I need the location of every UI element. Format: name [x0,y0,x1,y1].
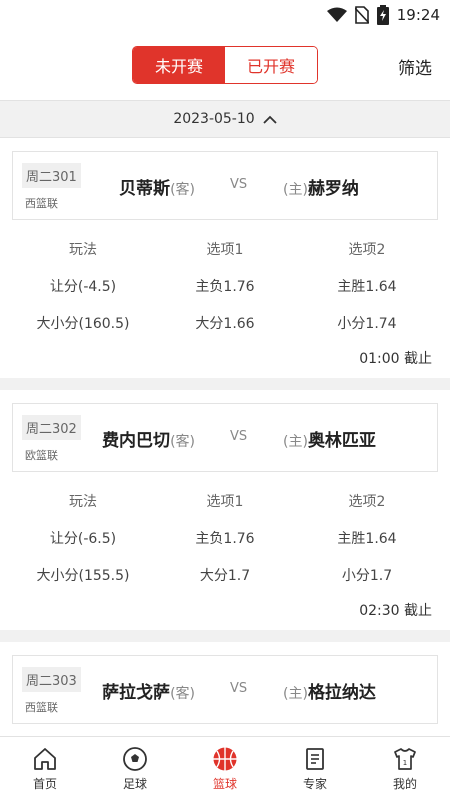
nav-home[interactable]: 首页 [0,737,90,800]
date-selector[interactable]: 2023-05-10 [0,100,450,138]
nav-label: 篮球 [212,776,237,791]
away-team: 费内巴切(客) [102,426,195,451]
team-card[interactable]: 周二301 西篮联 贝蒂斯(客) VS (主)赫罗纳 [12,151,438,220]
battery-icon [376,5,389,25]
nav-label: 足球 [122,776,147,791]
league-name: 欧篮联 [25,449,58,462]
home-team: (主)奥林匹亚 [283,426,376,451]
header-option2: 选项2 [348,493,386,510]
home-team-name: 格拉纳达 [307,683,376,703]
document-icon [306,747,324,770]
away-tag: (客) [170,686,195,702]
match-item[interactable]: 周二302 欧篮联 费内巴切(客) VS (主)奥林匹亚 玩法 选项1 选项2 … [0,403,450,630]
home-team: (主)格拉纳达 [283,678,376,703]
nav-label: 我的 [392,776,417,791]
away-tag: (客) [170,434,195,450]
home-tag: (主) [283,182,308,198]
odds-header: 玩法 选项1 选项2 [0,230,450,267]
nav-label: 专家 [302,776,327,791]
option2-odds[interactable]: 小分1.7 [284,565,450,585]
match-status-toggle: 未开赛 已开赛 [132,46,318,84]
nav-soccer[interactable]: 足球 [90,737,180,800]
odds-row: 大小分(160.5) 大分1.66 小分1.74 [0,304,450,341]
soccer-ball-icon [123,746,147,771]
tab-upcoming[interactable]: 未开赛 [133,47,225,83]
play-type: 大小分(160.5) [36,315,130,332]
away-team-name: 贝蒂斯 [119,179,171,199]
odds-row: 让分(-4.5) 主负1.76 主胜1.64 [0,267,450,304]
option1-odds[interactable]: 大分1.7 [166,565,284,585]
option1-odds[interactable]: 大分1.66 [166,313,284,333]
date-label: 2023-05-10 [173,111,255,127]
away-tag: (客) [170,182,195,198]
vs-label: VS [230,177,248,192]
status-time: 19:24 [396,6,440,24]
option2-odds[interactable]: 主胜1.64 [284,528,450,548]
team-card[interactable]: 周二303 西篮联 萨拉戈萨(客) VS (主)格拉纳达 [12,655,438,724]
chevron-up-icon [263,115,277,124]
play-type: 大小分(155.5) [36,567,130,584]
match-number: 周二301 [22,163,81,188]
league-name: 西篮联 [25,701,58,714]
option2-odds[interactable]: 主胜1.64 [284,276,450,296]
match-number: 周二302 [22,415,81,440]
tab-started[interactable]: 已开赛 [225,47,317,83]
option1-odds[interactable]: 主负1.76 [166,276,284,296]
away-team: 贝蒂斯(客) [119,174,195,199]
odds-row: 让分(-6.5) 主负1.76 主胜1.64 [0,519,450,556]
nav-label: 首页 [32,776,57,791]
play-type: 让分(-4.5) [49,278,117,295]
nav-expert[interactable]: 专家 [270,737,360,800]
odds-row: 大小分(155.5) 大分1.7 小分1.7 [0,556,450,593]
filter-button[interactable]: 筛选 [398,54,432,79]
play-type: 让分(-6.5) [49,530,117,547]
status-bar: 19:24 [0,0,450,32]
divider [0,630,450,642]
status-icons: 19:24 [326,5,440,25]
vs-label: VS [230,429,248,444]
away-team: 萨拉戈萨(客) [102,678,195,703]
match-number: 周二303 [22,667,81,692]
no-sim-icon [354,6,369,24]
nav-profile[interactable]: 1 我的 [360,737,450,800]
away-team-name: 费内巴切 [102,431,171,451]
basketball-icon [213,747,237,770]
wifi-icon [326,7,347,22]
deadline: 02:30 截止 [359,603,432,619]
header-option1: 选项1 [206,493,244,510]
home-team-name: 奥林匹亚 [307,431,376,451]
home-tag: (主) [283,434,308,450]
nav-basketball[interactable]: 篮球 [180,737,270,800]
home-team-name: 赫罗纳 [307,179,359,199]
option2-odds[interactable]: 小分1.74 [284,313,450,333]
vs-label: VS [230,681,248,696]
header-play: 玩法 [69,241,97,258]
odds-header: 玩法 选项1 选项2 [0,482,450,519]
header-play: 玩法 [69,493,97,510]
home-team: (主)赫罗纳 [283,174,359,199]
divider [0,378,450,390]
match-item[interactable]: 周二303 西篮联 萨拉戈萨(客) VS (主)格拉纳达 玩法 选项1 选项2 [0,655,450,736]
top-bar: 未开赛 已开赛 筛选 [0,32,450,100]
jersey-icon: 1 [394,747,416,770]
team-card[interactable]: 周二302 欧篮联 费内巴切(客) VS (主)奥林匹亚 [12,403,438,472]
home-tag: (主) [283,686,308,702]
svg-text:1: 1 [403,759,407,767]
match-list: 周二301 西篮联 贝蒂斯(客) VS (主)赫罗纳 玩法 选项1 选项2 让分… [0,138,450,736]
header-option1: 选项1 [206,241,244,258]
deadline: 01:00 截止 [359,351,432,367]
bottom-nav: 首页 足球 篮球 专家 1 我的 [0,736,450,800]
option1-odds[interactable]: 主负1.76 [166,528,284,548]
header-option2: 选项2 [348,241,386,258]
away-team-name: 萨拉戈萨 [102,683,171,703]
match-item[interactable]: 周二301 西篮联 贝蒂斯(客) VS (主)赫罗纳 玩法 选项1 选项2 让分… [0,151,450,378]
league-name: 西篮联 [25,197,58,210]
home-icon [34,747,56,770]
